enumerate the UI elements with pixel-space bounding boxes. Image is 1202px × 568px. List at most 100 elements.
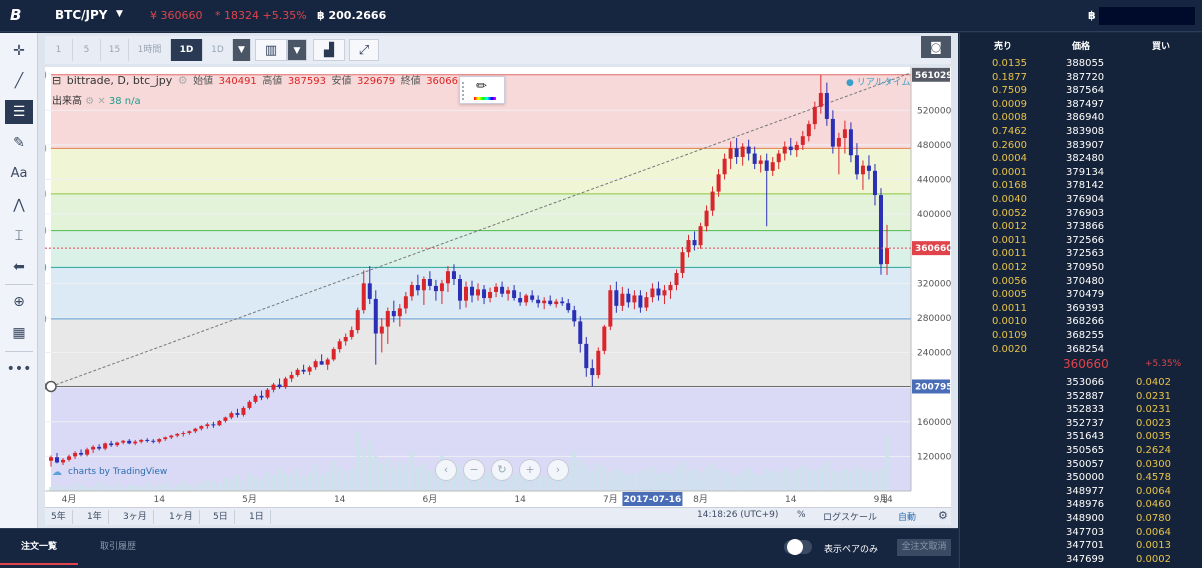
candle-body[interactable]: [530, 295, 535, 300]
candle-body[interactable]: [49, 457, 53, 461]
candle-body[interactable]: [878, 195, 883, 265]
ask-row[interactable]: 0.0011 372563: [960, 247, 1202, 260]
candle-body[interactable]: [265, 389, 270, 398]
bid-row[interactable]: 353066 0.0402: [960, 376, 1202, 389]
candle-body[interactable]: [79, 452, 84, 455]
candle-body[interactable]: [494, 286, 499, 292]
candle-body[interactable]: [722, 158, 727, 175]
candle-body[interactable]: [349, 330, 354, 337]
ask-row[interactable]: 0.1877 387720: [960, 71, 1202, 84]
candle-body[interactable]: [740, 146, 745, 157]
candle-body[interactable]: [187, 431, 192, 434]
candle-body[interactable]: [506, 290, 511, 294]
candle-body[interactable]: [229, 413, 234, 418]
candle-body[interactable]: [758, 160, 763, 164]
candle-body[interactable]: [457, 279, 462, 301]
bid-row[interactable]: 352833 0.0231: [960, 403, 1202, 416]
timeframe-1m[interactable]: 1: [45, 39, 73, 61]
candle-body[interactable]: [403, 296, 408, 309]
candle-body[interactable]: [488, 291, 493, 299]
ask-row[interactable]: 0.0020 368254: [960, 343, 1202, 356]
candle-body[interactable]: [626, 293, 631, 303]
candle-body[interactable]: [824, 92, 829, 119]
percent-scale-button[interactable]: %: [797, 510, 806, 520]
candle-body[interactable]: [644, 297, 649, 308]
candle-body[interactable]: [848, 129, 853, 156]
arrow-left-icon[interactable]: ⬅: [5, 255, 33, 279]
candle-body[interactable]: [433, 285, 438, 292]
candle-body[interactable]: [85, 449, 90, 455]
ruler-icon[interactable]: ▦: [5, 321, 33, 345]
candle-body[interactable]: [632, 295, 637, 303]
candle-body[interactable]: [656, 288, 661, 296]
range-1m[interactable]: 1ヶ月: [163, 510, 200, 524]
candle-body[interactable]: [451, 271, 456, 279]
crosshair-icon[interactable]: ✛: [5, 39, 33, 63]
timeframe-5m[interactable]: 5: [73, 39, 101, 61]
candle-body[interactable]: [476, 289, 481, 296]
candle-body[interactable]: [463, 286, 468, 301]
zoom-icon[interactable]: ⊕: [5, 290, 33, 314]
candle-body[interactable]: [842, 129, 847, 138]
candle-body[interactable]: [307, 367, 312, 372]
candle-body[interactable]: [427, 279, 432, 286]
candle-body[interactable]: [145, 439, 150, 441]
ask-row[interactable]: 0.0012 370950: [960, 261, 1202, 274]
range-5d[interactable]: 5日: [207, 510, 235, 524]
bid-row[interactable]: 350057 0.0300: [960, 458, 1202, 471]
price-chart[interactable]: 0(561029) 0.236(476014) 0.382(423420) 0.5(3…: [45, 67, 951, 507]
candle-body[interactable]: [199, 426, 204, 429]
candle-body[interactable]: [818, 92, 823, 107]
candle-body[interactable]: [602, 326, 607, 351]
candle-body[interactable]: [91, 446, 96, 450]
ask-row[interactable]: 0.7509 387564: [960, 84, 1202, 97]
candle-body[interactable]: [139, 439, 144, 442]
candle-body[interactable]: [97, 446, 102, 449]
candle-body[interactable]: [55, 457, 60, 463]
candle-body[interactable]: [770, 162, 775, 171]
ask-row[interactable]: 0.0012 373866: [960, 220, 1202, 233]
candle-body[interactable]: [175, 433, 180, 436]
fullscreen-icon[interactable]: ⤢: [349, 39, 379, 61]
ask-row[interactable]: 0.0001 379134: [960, 166, 1202, 179]
candle-body[interactable]: [830, 118, 835, 147]
timeframe-1d[interactable]: 1D: [171, 39, 203, 61]
ask-row[interactable]: 0.0005 370479: [960, 288, 1202, 301]
bid-row[interactable]: 347699 0.0002: [960, 553, 1202, 566]
candle-body[interactable]: [638, 295, 643, 308]
candle-body[interactable]: [235, 413, 240, 415]
brush-icon[interactable]: ✎: [5, 131, 33, 155]
cancel-all-button[interactable]: 全注文取消: [897, 539, 951, 556]
candle-body[interactable]: [866, 165, 871, 171]
candle-body[interactable]: [608, 290, 613, 327]
ask-row[interactable]: 0.0011 372566: [960, 234, 1202, 247]
gear-icon[interactable]: ⚙: [938, 509, 948, 522]
timeframe-15m[interactable]: 15: [101, 39, 129, 61]
candle-body[interactable]: [205, 424, 210, 427]
candle-body[interactable]: [518, 298, 523, 303]
fib-retracement-icon[interactable]: ☰: [5, 100, 33, 124]
candle-body[interactable]: [223, 417, 228, 421]
candle-body[interactable]: [355, 310, 360, 331]
pair-selector[interactable]: BTC/JPY: [55, 8, 107, 22]
candle-body[interactable]: [524, 295, 529, 303]
candle-body[interactable]: [650, 288, 655, 298]
bid-row[interactable]: 352737 0.0023: [960, 417, 1202, 430]
candle-body[interactable]: [554, 301, 559, 305]
candle-body[interactable]: [716, 174, 721, 192]
ask-row[interactable]: 0.0008 386940: [960, 111, 1202, 124]
candle-body[interactable]: [584, 343, 589, 369]
pencil-icon[interactable]: ✏: [476, 79, 487, 94]
candle-body[interactable]: [445, 271, 450, 284]
range-5y[interactable]: 5年: [45, 510, 73, 524]
candle-body[interactable]: [295, 369, 300, 376]
ask-row[interactable]: 0.0056 370480: [960, 275, 1202, 288]
candle-body[interactable]: [415, 285, 420, 291]
candle-body[interactable]: [590, 368, 595, 376]
bid-row[interactable]: 351643 0.0035: [960, 430, 1202, 443]
candle-body[interactable]: [289, 375, 294, 379]
drawing-style-popup[interactable]: ✏: [459, 76, 505, 104]
candle-body[interactable]: [698, 226, 703, 246]
bid-row[interactable]: 348977 0.0064: [960, 485, 1202, 498]
candle-body[interactable]: [782, 146, 787, 154]
